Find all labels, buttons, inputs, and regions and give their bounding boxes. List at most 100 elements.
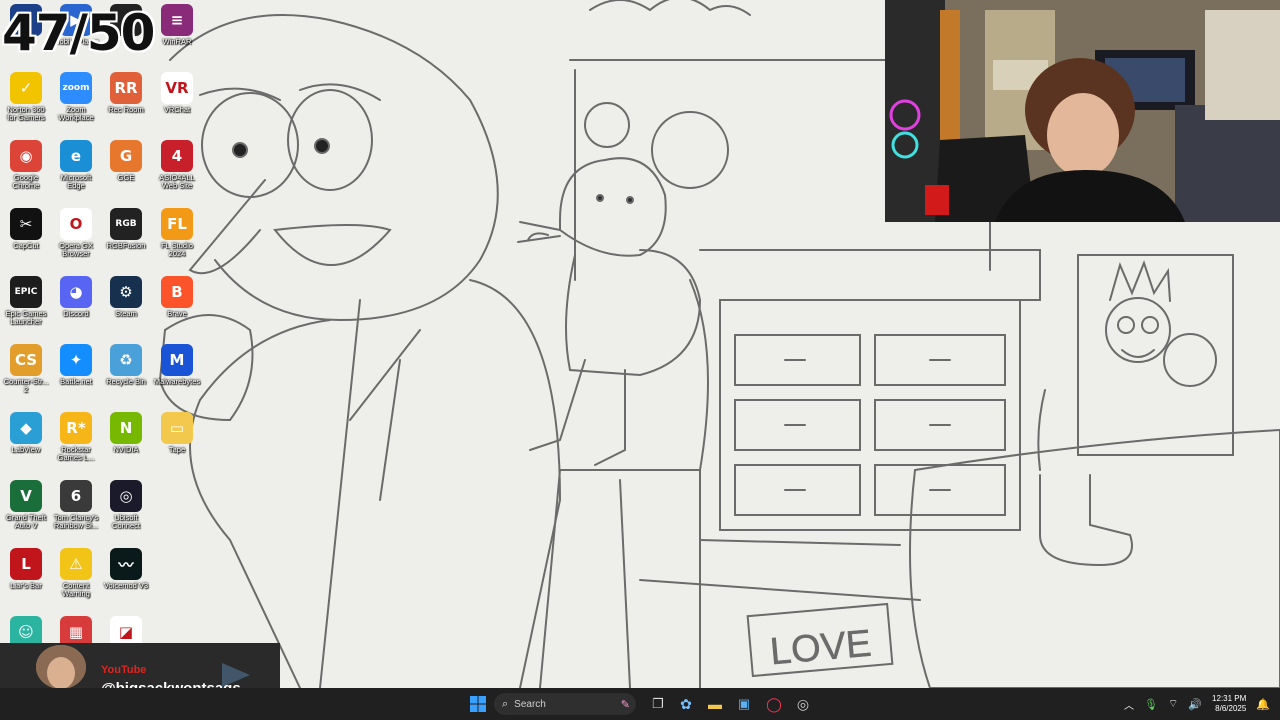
desktop-shortcut-liar-s-bar[interactable]: L Liar's Bar bbox=[0, 548, 52, 590]
asio4all-web-site-icon: 4 bbox=[161, 140, 193, 172]
task-view-button[interactable]: ❐ bbox=[646, 692, 670, 716]
desktop-shortcut-counter-str-2[interactable]: CS Counter-Str... 2 bbox=[0, 344, 52, 394]
desktop-shortcut-capcut[interactable]: ✂ CapCut bbox=[0, 208, 52, 250]
zoom-workplace-icon: zoom bbox=[60, 72, 92, 104]
discord-icon: ◕ bbox=[60, 276, 92, 308]
desktop-shortcut-label: Content Warning bbox=[62, 581, 90, 598]
desktop-shortcut-label: LabView bbox=[11, 445, 41, 454]
desktop-shortcut-asio4all-web-site[interactable]: 4 ASIO4ALL Web Site bbox=[151, 140, 203, 190]
desktop-shortcut-label: Epic Games Launcher bbox=[5, 309, 47, 326]
desktop-shortcut-label: Grand Theft Auto V bbox=[6, 513, 46, 530]
desktop-shortcut-icon-35[interactable] bbox=[151, 548, 203, 582]
search-highlight-icon: ✎ bbox=[620, 698, 630, 711]
desktop-shortcut-recycle-bin[interactable]: ♻ Recycle Bin bbox=[100, 344, 152, 386]
desktop-shortcut-fl-studio-2024[interactable]: FL FL Studio 2024 bbox=[151, 208, 203, 258]
desktop-shortcut-label: Tom Clancy's Rainbow Si... bbox=[53, 513, 99, 530]
folder-icon: ▬ bbox=[708, 696, 722, 712]
desktop-shortcut-tom-clancy-s-rainbow-si[interactable]: 6 Tom Clancy's Rainbow Si... bbox=[50, 480, 102, 530]
desktop-shortcut-label: Liar's Bar bbox=[10, 581, 42, 590]
desktop-shortcut-discord[interactable]: ◕ Discord bbox=[50, 276, 102, 318]
desktop-shortcut-content-warning[interactable]: ⚠ Content Warning bbox=[50, 548, 102, 598]
malwarebytes-icon: M bbox=[161, 344, 193, 376]
tom-clancy-s-rainbow-si-icon: 6 bbox=[60, 480, 92, 512]
counter-str-2-icon: CS bbox=[10, 344, 42, 376]
nvidia-icon: N bbox=[110, 412, 142, 444]
opera-gx-browser-icon: O bbox=[60, 208, 92, 240]
desktop-shortcut-steam[interactable]: ⚙ Steam bbox=[100, 276, 152, 318]
capcut-icon: ✂ bbox=[10, 208, 42, 240]
volume-icon[interactable]: 🔊 bbox=[1188, 698, 1202, 711]
streamer-avatar bbox=[36, 645, 86, 689]
webcam-overlay bbox=[885, 0, 1280, 222]
battle-net-icon: ✦ bbox=[60, 344, 92, 376]
desktop-shortcut-label: RGBFusion bbox=[106, 241, 146, 250]
desktop-shortcut-label: GGE bbox=[117, 173, 135, 182]
desktop-shortcut-label: ASIO4ALL Web Site bbox=[159, 173, 195, 190]
desktop-shortcut-label: Battle.net bbox=[60, 377, 92, 386]
desktop-shortcut-label: Rec Room bbox=[108, 105, 144, 114]
desktop-shortcut-label: WinRAR bbox=[162, 37, 192, 46]
grand-theft-auto-v-icon: V bbox=[10, 480, 42, 512]
desktop-shortcut-microsoft-edge[interactable]: e Microsoft Edge bbox=[50, 140, 102, 190]
desktop-shortcut-label: Brave bbox=[167, 309, 187, 318]
desktop-shortcut-label: Google Chrome bbox=[12, 173, 40, 190]
norton-360-for-gamers-icon: ✓ bbox=[10, 72, 42, 104]
desktop-shortcut-rec-room[interactable]: RR Rec Room bbox=[100, 72, 152, 114]
desktop-shortcut-label: VRChat bbox=[163, 105, 191, 114]
store-button[interactable]: ▣ bbox=[732, 692, 756, 716]
desktop-shortcut-label: Zoom Workplace bbox=[58, 105, 94, 122]
store-icon: ▣ bbox=[737, 696, 751, 711]
rec-room-icon: RR bbox=[110, 72, 142, 104]
copilot-button[interactable]: ✿ bbox=[674, 692, 698, 716]
desktop-shortcut-rgbfusion[interactable]: RGB RGBFusion bbox=[100, 208, 152, 250]
vrchat-icon: VR bbox=[161, 72, 193, 104]
desktop-shortcut-zoom-workplace[interactable]: zoom Zoom Workplace bbox=[50, 72, 102, 122]
desktop-shortcut-grand-theft-auto-v[interactable]: V Grand Theft Auto V bbox=[0, 480, 52, 530]
desktop-shortcut-google-chrome[interactable]: ◉ Google Chrome bbox=[0, 140, 52, 190]
desktop-shortcut-epic-games-launcher[interactable]: EPIC Epic Games Launcher bbox=[0, 276, 52, 326]
desktop-shortcut-malwarebytes[interactable]: M Malwarebytes bbox=[151, 344, 203, 386]
desktop-shortcut-labview[interactable]: ◆ LabView bbox=[0, 412, 52, 454]
desktop-shortcut-nvidia[interactable]: N NVIDIA bbox=[100, 412, 152, 454]
desktop-shortcut-ubisoft-connect[interactable]: ◎ Ubisoft Connect bbox=[100, 480, 152, 530]
desktop-shortcut-opera-gx-browser[interactable]: O Opera GX Browser bbox=[50, 208, 102, 258]
desktop-shortcut-label: NVIDIA bbox=[113, 445, 139, 454]
wifi-icon[interactable]: ⌔ bbox=[1168, 697, 1178, 711]
clock-date: 8/6/2025 bbox=[1215, 704, 1247, 713]
desktop-shortcut-label: CapCut bbox=[13, 241, 39, 250]
desktop-shortcut-norton-360-for-gamers[interactable]: ✓ Norton 360 for Gamers bbox=[0, 72, 52, 122]
desktop-shortcut-voicemod-v3[interactable]: 〰 Voicemod V3 bbox=[100, 548, 152, 590]
voicemod-v3-icon: 〰 bbox=[110, 548, 142, 580]
tape-icon: ▭ bbox=[161, 412, 193, 444]
gge-icon: G bbox=[110, 140, 142, 172]
icon-35-icon bbox=[161, 548, 193, 580]
rgbfusion-icon: RGB bbox=[110, 208, 142, 240]
desktop-shortcut-label: Recycle Bin bbox=[106, 377, 146, 386]
desktop-shortcut-label: Norton 360 for Gamers bbox=[7, 105, 45, 122]
desktop-shortcut-tape[interactable]: ▭ Tape bbox=[151, 412, 203, 454]
notification-icon[interactable]: 🔔 bbox=[1256, 698, 1270, 711]
desktop-shortcut-vrchat[interactable]: VR VRChat bbox=[151, 72, 203, 114]
desktop-shortcut-rockstar-games-l[interactable]: R* Rockstar Games L... bbox=[50, 412, 102, 462]
desktop-shortcut-icon-31[interactable] bbox=[151, 480, 203, 514]
clock[interactable]: 12:31 PM 8/6/2025 bbox=[1212, 694, 1246, 714]
microphone-icon[interactable]: 🎙 bbox=[1144, 698, 1158, 711]
desktop-shortcut-label: FL Studio 2024 bbox=[161, 241, 193, 258]
chevron-up-icon[interactable]: ︿ bbox=[1124, 697, 1134, 712]
app-button[interactable]: ◎ bbox=[791, 692, 815, 716]
task-view-icon: ❐ bbox=[652, 696, 664, 711]
desktop-shortcut-gge[interactable]: G GGE bbox=[100, 140, 152, 182]
progress-counter: 47/50 bbox=[2, 4, 155, 62]
desktop-shortcut-winrar[interactable]: ≡ WinRAR bbox=[151, 4, 203, 46]
opera-gx-button[interactable]: ◯ bbox=[762, 692, 786, 716]
desktop-shortcut-brave[interactable]: B Brave bbox=[151, 276, 203, 318]
google-chrome-icon: ◉ bbox=[10, 140, 42, 172]
taskbar-search[interactable]: ⌕ Search ✎ bbox=[494, 693, 636, 715]
start-button[interactable] bbox=[466, 692, 490, 716]
desktop-shortcut-battle-net[interactable]: ✦ Battle.net bbox=[50, 344, 102, 386]
icon-31-icon bbox=[161, 480, 193, 512]
file-explorer-button[interactable]: ▬ bbox=[703, 692, 727, 716]
play-icon bbox=[222, 663, 250, 687]
content-warning-icon: ⚠ bbox=[60, 548, 92, 580]
epic-games-launcher-icon: EPIC bbox=[10, 276, 42, 308]
